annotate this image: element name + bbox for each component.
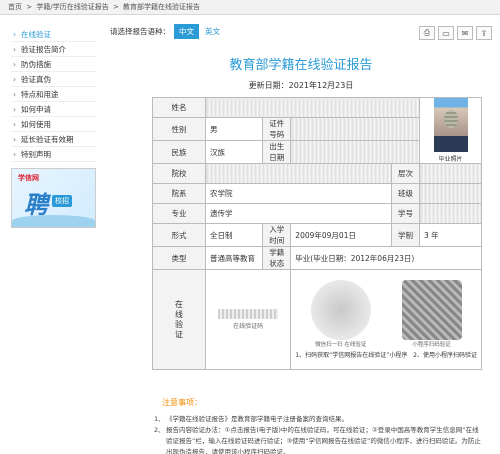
language-en-button[interactable]: 英文 bbox=[205, 26, 220, 37]
printer-icon[interactable]: ⎙ bbox=[419, 26, 435, 40]
studentno-value-redacted bbox=[419, 203, 482, 224]
verify-label: 在线验证 bbox=[174, 299, 184, 340]
photo-caption: 毕业照片 bbox=[438, 156, 463, 163]
ethnicity-label: 民族 bbox=[152, 140, 206, 164]
class-value-redacted bbox=[419, 183, 482, 204]
duration-value: 3 年 bbox=[419, 223, 482, 247]
sidebar-item-online-verify[interactable]: 在线验证 bbox=[11, 27, 96, 42]
enroll-label: 入学时间 bbox=[262, 223, 292, 247]
photo-cell: 毕业照片 bbox=[419, 97, 482, 164]
class-label: 班级 bbox=[391, 183, 420, 204]
note-text: 报告内容验证办法：①点击报告(电子版)中的在线验证码，可在线验证；②登录中国高等… bbox=[166, 426, 481, 454]
type-value: 普通高等教育 bbox=[204, 246, 264, 270]
sidebar-item-features[interactable]: 特点和用途 bbox=[11, 87, 96, 102]
photo-face-blurred bbox=[443, 110, 458, 128]
breadcrumb-home[interactable]: 首页 bbox=[8, 3, 22, 11]
main-content: 请选择报告语种： 中文 英文 ⎙ ▭ ✉ ⇪ 教育部学籍在线验证报告 更新日期：… bbox=[110, 22, 492, 454]
sidebar-item-how-use[interactable]: 如何使用 bbox=[11, 117, 96, 132]
dept-value: 农学院 bbox=[205, 183, 392, 204]
birth-value-redacted bbox=[290, 140, 420, 164]
enroll-value: 2009年09月01日 bbox=[290, 223, 392, 247]
breadcrumb-current: 教育部学籍在线验证报告 bbox=[123, 3, 201, 11]
qr2-caption: 小程序扫码验证 bbox=[412, 342, 451, 348]
duration-label: 学制 bbox=[391, 223, 420, 247]
qr1-caption: 微信扫一扫 在线验证 bbox=[315, 342, 367, 348]
id-label: 证件号码 bbox=[262, 117, 292, 141]
ad-wave-decoration bbox=[12, 215, 95, 227]
mail-icon[interactable]: ✉ bbox=[457, 26, 473, 40]
breadcrumb-section[interactable]: 学籍/学历在线验证报告 bbox=[36, 3, 108, 11]
language-zh-button[interactable]: 中文 bbox=[174, 23, 199, 39]
ad-logo: 学信网 bbox=[18, 174, 39, 182]
verify-qr-cell: 微信扫一扫 在线验证 小程序扫码验证 1、扫码获取“学信网报告在线验证”小程序 … bbox=[290, 269, 482, 370]
notes-section: 注意事项： 1、 《学籍在线验证报告》是教育部学籍电子注册备案的查询结果。 2、报… bbox=[152, 397, 482, 454]
status-value: 毕业(毕业日期：2012年06月23日) bbox=[290, 246, 482, 270]
level-label: 层次 bbox=[391, 163, 420, 184]
note-item: 2、 报告内容验证办法：①点击报告(电子版)中的在线验证码，可在线验证；②登录中国… bbox=[154, 426, 481, 454]
note-item: 1、 《学籍在线验证报告》是教育部学籍电子注册备案的查询结果。 bbox=[154, 415, 348, 423]
sidebar: 在线验证 验证报告简介 防伪措施 验证真伪 特点和用途 如何申请 如何使用 延长… bbox=[11, 27, 96, 228]
student-photo bbox=[433, 98, 468, 152]
report-title: 教育部学籍在线验证报告 bbox=[229, 58, 373, 73]
toolbar: ⎙ ▭ ✉ ⇪ bbox=[419, 26, 492, 40]
sidebar-item-intro[interactable]: 验证报告简介 bbox=[11, 42, 96, 57]
sidebar-item-verify-authenticity[interactable]: 验证真伪 bbox=[11, 72, 96, 87]
ad-tag: 校招 bbox=[52, 195, 72, 207]
sidebar-item-anticounterfeit[interactable]: 防伪措施 bbox=[11, 57, 96, 72]
notes-title: 注意事项： bbox=[162, 398, 202, 407]
breadcrumb-sep: > bbox=[26, 3, 33, 11]
verify-code-caption: 在线验证码 bbox=[233, 323, 264, 330]
type-label: 类型 bbox=[152, 246, 206, 270]
gender-value: 男 bbox=[204, 117, 264, 141]
form-value: 全日制 bbox=[204, 223, 264, 247]
name-value-redacted bbox=[205, 97, 420, 118]
name-label: 姓名 bbox=[152, 97, 206, 118]
verify-step-1: 1、扫码获取“学信网报告在线验证”小程序 bbox=[295, 352, 408, 359]
major-value: 遗传学 bbox=[205, 203, 392, 224]
sidebar-item-how-apply[interactable]: 如何申请 bbox=[11, 102, 96, 117]
verify-label-cell: 在线验证 bbox=[152, 269, 206, 370]
verify-code-redacted[interactable] bbox=[218, 309, 279, 319]
school-value-redacted bbox=[205, 163, 392, 184]
recruit-ad-banner[interactable]: 学信网 聘 校招 bbox=[11, 168, 96, 228]
share-icon[interactable]: ⇪ bbox=[476, 26, 492, 40]
studentno-label: 学号 bbox=[391, 203, 420, 224]
sidebar-item-statement[interactable]: 特别声明 bbox=[11, 147, 96, 162]
sidebar-item-extend[interactable]: 延长验证有效期 bbox=[11, 132, 96, 147]
report-date: 更新日期：2021年12月23日 bbox=[248, 81, 354, 90]
status-label: 学籍状态 bbox=[262, 246, 292, 270]
birth-label: 出生日期 bbox=[262, 140, 292, 164]
miniprogram-qr-code[interactable] bbox=[401, 280, 462, 340]
dept-label: 院系 bbox=[152, 183, 206, 204]
wechat-qr-code[interactable] bbox=[310, 280, 371, 340]
breadcrumb: 首页 > 学籍/学历在线验证报告 > 教育部学籍在线验证报告 bbox=[0, 0, 500, 15]
note-text: 《学籍在线验证报告》是教育部学籍电子注册备案的查询结果。 bbox=[166, 415, 348, 423]
id-value-redacted bbox=[290, 117, 420, 141]
language-label: 请选择报告语种： bbox=[110, 26, 170, 36]
major-label: 专业 bbox=[152, 203, 206, 224]
school-label: 院校 bbox=[152, 163, 206, 184]
student-info-table: 姓名 毕业照片 性别 男 证件号码 民族 汉族 出生日期 院校 层次 院系 农学… bbox=[152, 97, 482, 370]
gender-label: 性别 bbox=[152, 117, 206, 141]
form-label: 形式 bbox=[152, 223, 206, 247]
ethnicity-value: 汉族 bbox=[204, 140, 264, 164]
verify-code-cell: 在线验证码 bbox=[204, 269, 292, 370]
download-icon[interactable]: ▭ bbox=[438, 26, 454, 40]
level-value-redacted bbox=[419, 163, 482, 184]
verify-step-2: 2、使用小程序扫码验证 bbox=[413, 352, 477, 359]
breadcrumb-sep: > bbox=[112, 3, 119, 11]
